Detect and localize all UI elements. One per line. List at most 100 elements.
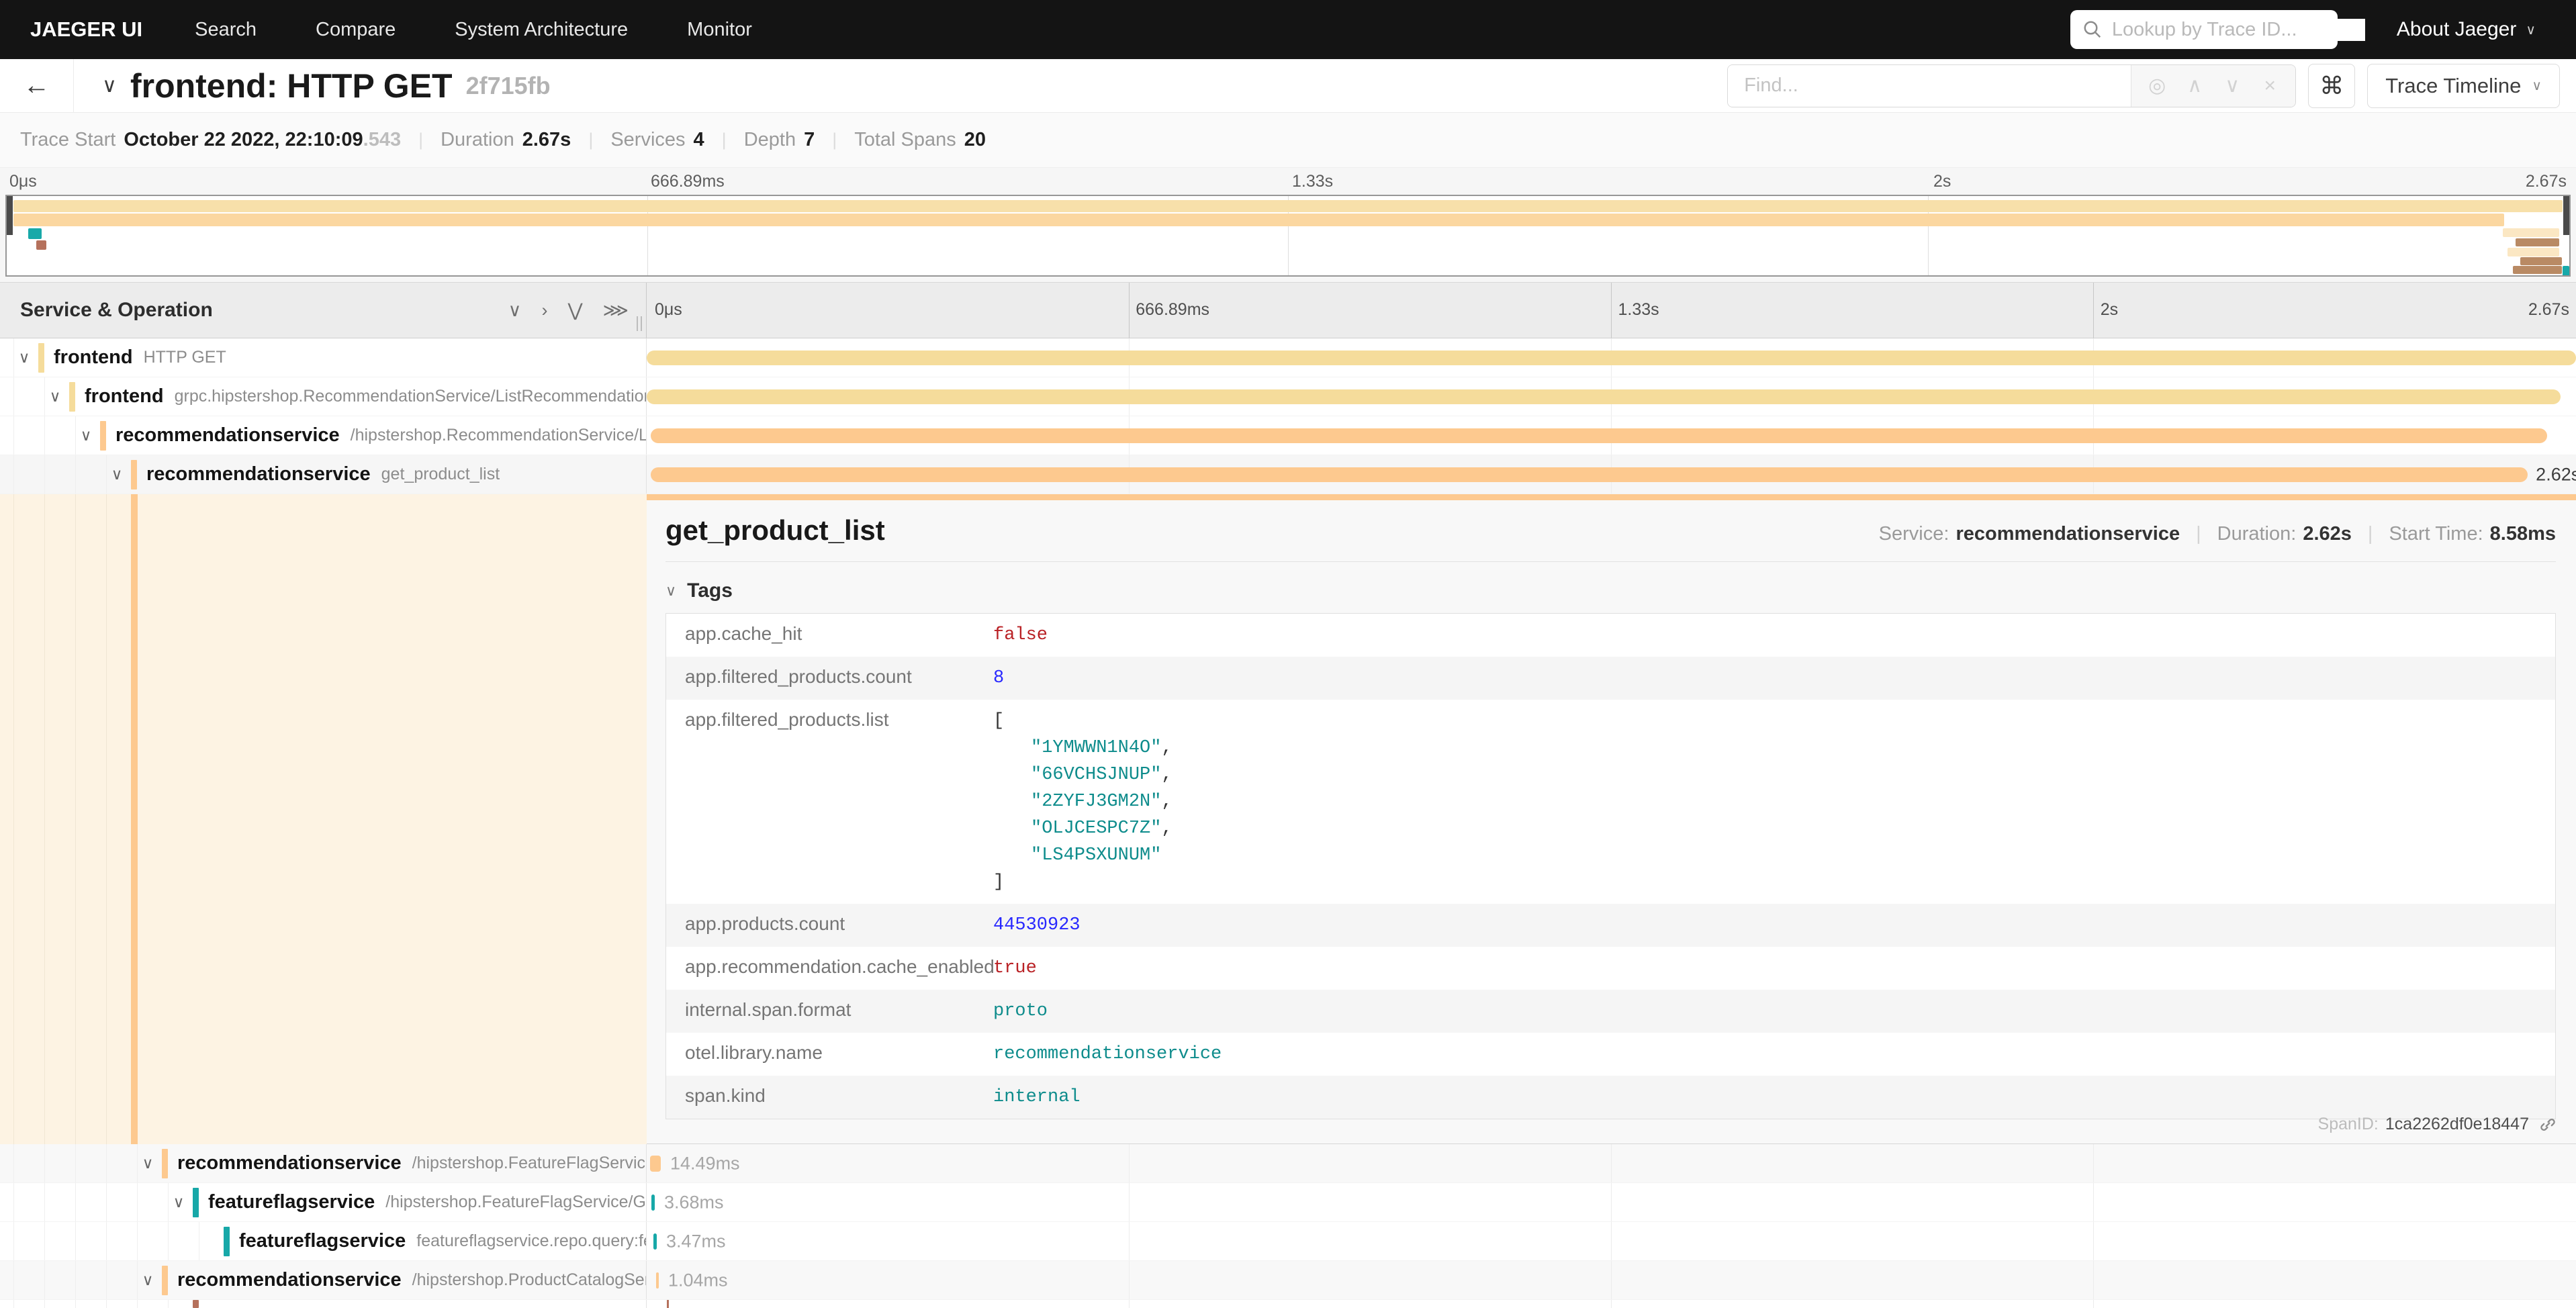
chevron-down-icon[interactable]: ∨ [168,1193,189,1211]
expand-all-icon[interactable]: ⋙ [603,300,629,321]
span-name-column: ∨recommendationservice/hipstershop.Featu… [0,1144,647,1182]
span-row[interactable]: ∨recommendationservice/hipstershop.Recom… [0,416,2576,455]
array-open-bracket: [ [993,708,1172,735]
span-service-name: recommendationservice [146,463,371,485]
chevron-down-icon[interactable]: ∨ [13,348,35,367]
total-spans-label: Total Spans [854,129,956,151]
span-row[interactable]: ∨frontendgrpc.hipstershop.Recommendation… [0,377,2576,416]
span-duration-bar[interactable] [650,1156,661,1172]
span-timeline-cell[interactable] [647,338,2576,377]
trace-lookup-box[interactable] [2070,10,2338,49]
span-duration-bar[interactable] [651,428,2547,443]
chevron-down-icon[interactable]: ∨ [75,426,97,445]
span-timeline-cell[interactable] [647,416,2576,455]
tag-row[interactable]: app.recommendation.cache_enabledtrue [666,947,2555,990]
span-service-name: recommendationservice [177,1152,402,1174]
tag-row[interactable]: span.kindinternal [666,1076,2555,1119]
span-name-column: ∨recommendationservice/hipstershop.Recom… [0,416,647,455]
tag-row[interactable]: app.products.count44530923 [666,904,2555,947]
span-timeline-cell[interactable] [647,377,2576,416]
span-timeline-cell[interactable]: 3.68ms [647,1183,2576,1221]
collapse-all-icon[interactable]: ⋁ [567,300,582,321]
minimap-right-handle[interactable] [2563,196,2569,235]
minimap-canvas[interactable] [5,195,2571,277]
nav-item-search[interactable]: Search [195,19,257,41]
minimap-span-bar [13,214,2504,226]
chevron-down-icon[interactable]: ∨ [106,465,128,483]
trace-collapse-chevron-icon[interactable]: ∨ [102,74,117,97]
span-timeline-cell[interactable]: 3.47ms [647,1222,2576,1260]
chevron-down-icon[interactable]: ∨ [137,1271,158,1289]
span-row[interactable]: ∨featureflagservicefeatureflagservice.re… [0,1222,2576,1261]
span-timeline-cell[interactable]: 2.62s [647,455,2576,494]
find-input[interactable] [1728,65,2131,107]
services-label: Services [610,129,685,151]
tag-row[interactable]: app.filtered_products.count8 [666,657,2555,700]
minimap-span-bar [2516,238,2559,246]
start-time-meta-value: 8.58ms [2490,523,2556,545]
span-row[interactable]: ∨recommendationserviceget_product_list2.… [0,455,2576,494]
collapse-one-icon[interactable]: ∨ [508,300,522,321]
minimap-span-bar [28,228,41,239]
header-controls: ◎ ∧ ∨ × ⌘ Trace Timeline ∨ [1727,64,2560,108]
expand-one-icon[interactable]: › [541,300,547,321]
about-jaeger-label: About Jaeger [2397,18,2516,41]
tag-row[interactable]: internal.span.formatproto [666,990,2555,1033]
span-timeline-cell[interactable]: 14.49ms [647,1144,2576,1182]
span-row[interactable]: ∨frontendHTTP GET [0,338,2576,377]
span-duration-bar[interactable] [653,1233,657,1250]
span-duration-label: 3.47ms [666,1231,726,1252]
tag-value-text: false [993,625,1048,645]
trace-lookup-input[interactable] [2112,19,2365,41]
keyboard-shortcuts-button[interactable]: ⌘ [2308,64,2355,108]
clear-find-icon[interactable]: × [2251,75,2289,97]
collapse-controls: ∨ › ⋁ ⋙ [508,300,629,321]
nav-item-monitor[interactable]: Monitor [687,19,752,41]
span-timeline-cell[interactable]: 1.04ms [647,1261,2576,1299]
tag-row[interactable]: app.cache_hitfalse [666,614,2555,657]
span-duration-bar[interactable] [647,389,2561,404]
minimap-left-handle[interactable] [7,196,13,235]
chevron-down-icon[interactable]: ∨ [137,1154,158,1172]
span-row[interactable]: ∨recommendationservice/hipstershop.Featu… [0,1144,2576,1183]
tag-value: 44530923 [993,912,1080,939]
span-duration-bar[interactable] [647,351,2576,365]
tag-value-text: 44530923 [993,915,1080,935]
span-duration-bar[interactable] [667,1300,669,1308]
next-match-icon[interactable]: ∨ [2213,74,2251,97]
copy-link-icon[interactable] [2538,1115,2557,1134]
span-duration-bar[interactable] [651,1195,655,1211]
span-duration-bar[interactable] [656,1272,659,1289]
brand-jaeger-ui[interactable]: JAEGER UI [30,17,142,42]
about-jaeger-menu[interactable]: About Jaeger ∨ [2397,18,2536,41]
span-timeline-cell[interactable] [647,1300,2576,1308]
tags-section-toggle[interactable]: ∨ Tags [665,579,2556,602]
prev-match-icon[interactable]: ∧ [2176,74,2213,97]
timeline-tick-2: 1.33s [1618,300,1659,320]
span-row[interactable]: ∨recommendationservice/hipstershop.Produ… [0,1261,2576,1300]
trace-view-selector[interactable]: Trace Timeline ∨ [2367,64,2560,108]
focus-match-icon[interactable]: ◎ [2138,74,2176,97]
array-item-string: "1YMWWN1N4O" [1031,738,1161,758]
span-detail-color-strip [647,494,2576,500]
find-group: ◎ ∧ ∨ × [1727,64,2296,107]
minimap-tick-0: 0μs [9,172,37,191]
chevron-down-icon[interactable]: ∨ [44,387,66,406]
span-duration-label: 1.04ms [668,1270,728,1291]
span-name-column: ∨recommendationservice/hipstershop.Produ… [0,1261,647,1299]
span-row[interactable]: ∨featureflagservice/hipstershop.FeatureF… [0,1183,2576,1222]
tag-row[interactable]: otel.library.namerecommendationservice [666,1033,2555,1076]
span-operation-name: /hipstershop.ProductCatalogSer... [412,1270,647,1290]
trace-id-short: 2f715fb [466,72,551,100]
nav-item-system-architecture[interactable]: System Architecture [455,19,628,41]
tag-row[interactable]: app.filtered_products.list["1YMWWN1N4O",… [666,700,2555,904]
span-duration-bar[interactable] [651,467,2528,482]
span-row[interactable]: ∨ [0,1300,2576,1308]
span-detail-titlebar: get_product_list Service:recommendations… [665,514,2556,547]
span-name-column: ∨frontendgrpc.hipstershop.Recommendation… [0,377,647,416]
nav-item-compare[interactable]: Compare [316,19,396,41]
separator: | [588,130,593,150]
column-resizer-handle[interactable] [637,316,642,331]
tags-table: app.cache_hitfalseapp.filtered_products.… [665,613,2556,1119]
back-button[interactable]: ← [0,59,74,112]
